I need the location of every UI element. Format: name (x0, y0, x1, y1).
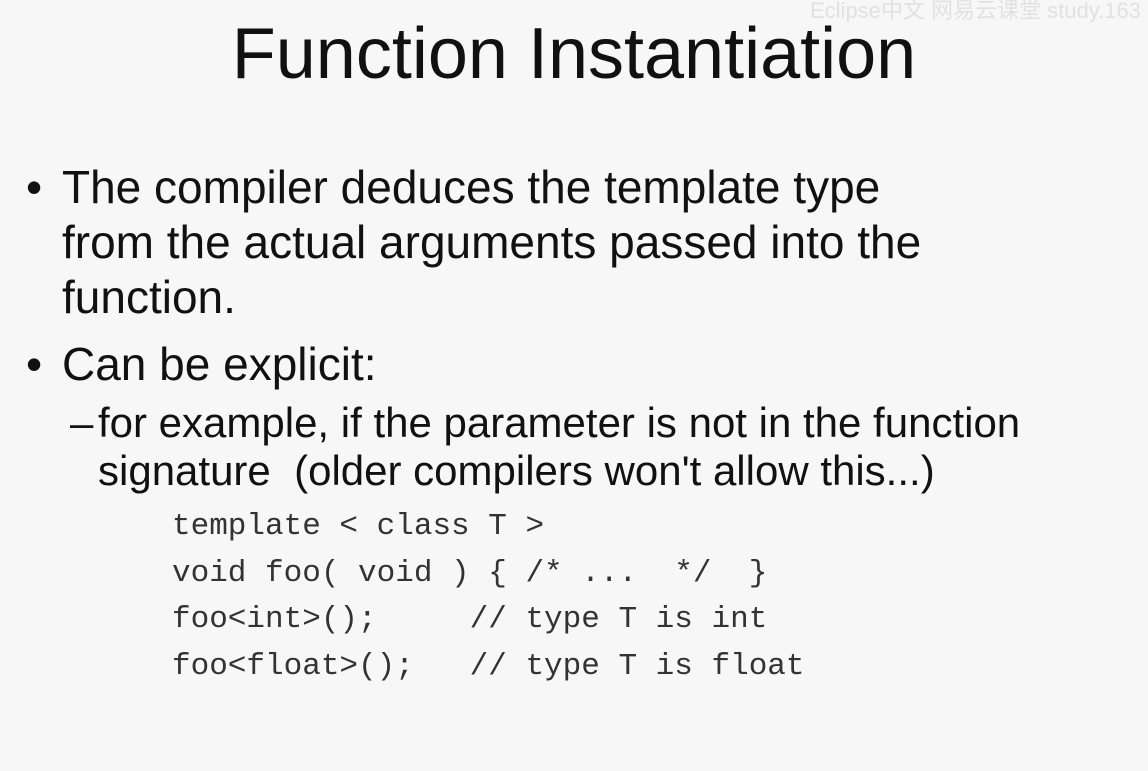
bullet-line: Can be explicit: (62, 338, 377, 390)
bullet-item-2: • Can be explicit: (26, 337, 1126, 397)
bullet-marker: • (26, 161, 43, 213)
bullet-item-1: • The compiler deduces the template type… (26, 160, 1126, 330)
bullet-line: The compiler deduces the template type (62, 161, 881, 213)
code-line: void foo( void ) { /* ... */ } (172, 555, 768, 591)
code-line: template < class T > (172, 509, 545, 544)
sub-bullet-marker: – (70, 399, 94, 446)
sub-bullet-line: signature (older compilers won't allow t… (98, 447, 935, 494)
code-line: foo<int>(); // type T is int (172, 602, 768, 637)
bullet-line: from the actual arguments passed into th… (62, 216, 922, 268)
bullet-text: The compiler deduces the template type f… (62, 160, 921, 325)
sub-bullet-line: for example, if the parameter is not in … (98, 399, 1021, 446)
code-line: foo<float>(); // type T is float (172, 648, 805, 684)
slide-title: Function Instantiation (231, 14, 917, 94)
bullet-marker: • (26, 338, 43, 390)
slide: Eclipse中文 网易云课堂 study.163.com Function I… (0, 0, 1148, 771)
code-block: template < class T > void foo( void ) { /… (172, 504, 805, 690)
bullet-line: function. (62, 271, 236, 323)
bullet-text: Can be explicit: (62, 337, 377, 392)
sub-bullet-text: for example, if the parameter is not in … (98, 399, 1020, 495)
